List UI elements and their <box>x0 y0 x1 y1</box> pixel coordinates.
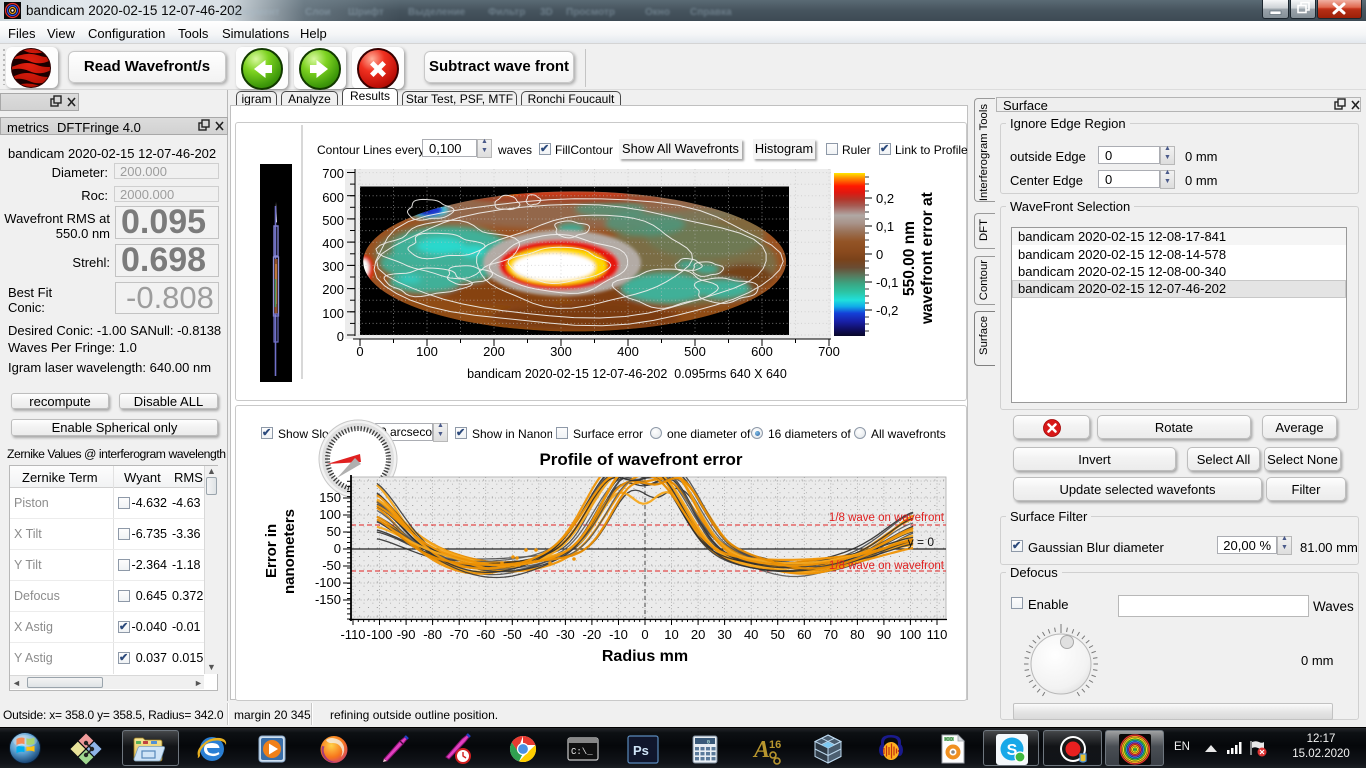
svg-text:-30: -30 <box>556 627 575 642</box>
svg-text:Ps: Ps <box>633 743 649 758</box>
svg-text:-50: -50 <box>322 558 341 573</box>
svg-text:10: 10 <box>664 627 678 642</box>
svg-text:0,1: 0,1 <box>876 219 894 234</box>
svg-text:0: 0 <box>334 541 341 556</box>
svg-text:0,2: 0,2 <box>876 191 894 206</box>
svg-text:A: A <box>752 737 770 763</box>
svg-text:16: 16 <box>769 739 781 751</box>
svg-text:-0,1: -0,1 <box>876 275 898 290</box>
svg-text:-20: -20 <box>583 627 602 642</box>
svg-text:-50: -50 <box>503 627 522 642</box>
svg-text:80: 80 <box>850 627 864 642</box>
svg-text:40: 40 <box>744 627 758 642</box>
svg-text:1/8 wave on wavefront: 1/8 wave on wavefront <box>829 512 945 524</box>
svg-text:-10: -10 <box>609 627 628 642</box>
svg-text:110: 110 <box>927 627 948 642</box>
svg-text:1/8 wave on wavefront: 1/8 wave on wavefront <box>829 560 945 572</box>
svg-text:Radius mm: Radius mm <box>602 648 688 665</box>
svg-text:-110: -110 <box>340 627 365 642</box>
svg-text:30: 30 <box>717 627 731 642</box>
svg-text:-40: -40 <box>529 627 548 642</box>
svg-text:-100: -100 <box>366 627 392 642</box>
svg-text:0: 0 <box>641 627 648 642</box>
svg-text:50: 50 <box>770 627 784 642</box>
svg-text:ICO: ICO <box>945 737 954 742</box>
svg-text:-70: -70 <box>450 627 469 642</box>
svg-text:0: 0 <box>876 247 883 262</box>
svg-text:60: 60 <box>797 627 811 642</box>
svg-text:-100: -100 <box>315 575 341 590</box>
svg-text:-60: -60 <box>476 627 495 642</box>
svg-text:50: 50 <box>327 524 341 539</box>
svg-text:100: 100 <box>319 507 341 522</box>
svg-text:20: 20 <box>691 627 705 642</box>
svg-text:150: 150 <box>319 490 341 505</box>
svg-text:-150: -150 <box>315 592 341 607</box>
svg-text:C:\_: C:\_ <box>571 747 593 757</box>
svg-text:90: 90 <box>877 627 891 642</box>
svg-text:-80: -80 <box>423 627 442 642</box>
svg-text:100: 100 <box>900 627 922 642</box>
svg-text:y = 0: y = 0 <box>908 535 935 549</box>
svg-text:-90: -90 <box>397 627 416 642</box>
svg-text:70: 70 <box>824 627 838 642</box>
svg-text:0: 0 <box>707 739 710 746</box>
svg-text:-0,2: -0,2 <box>876 303 898 318</box>
